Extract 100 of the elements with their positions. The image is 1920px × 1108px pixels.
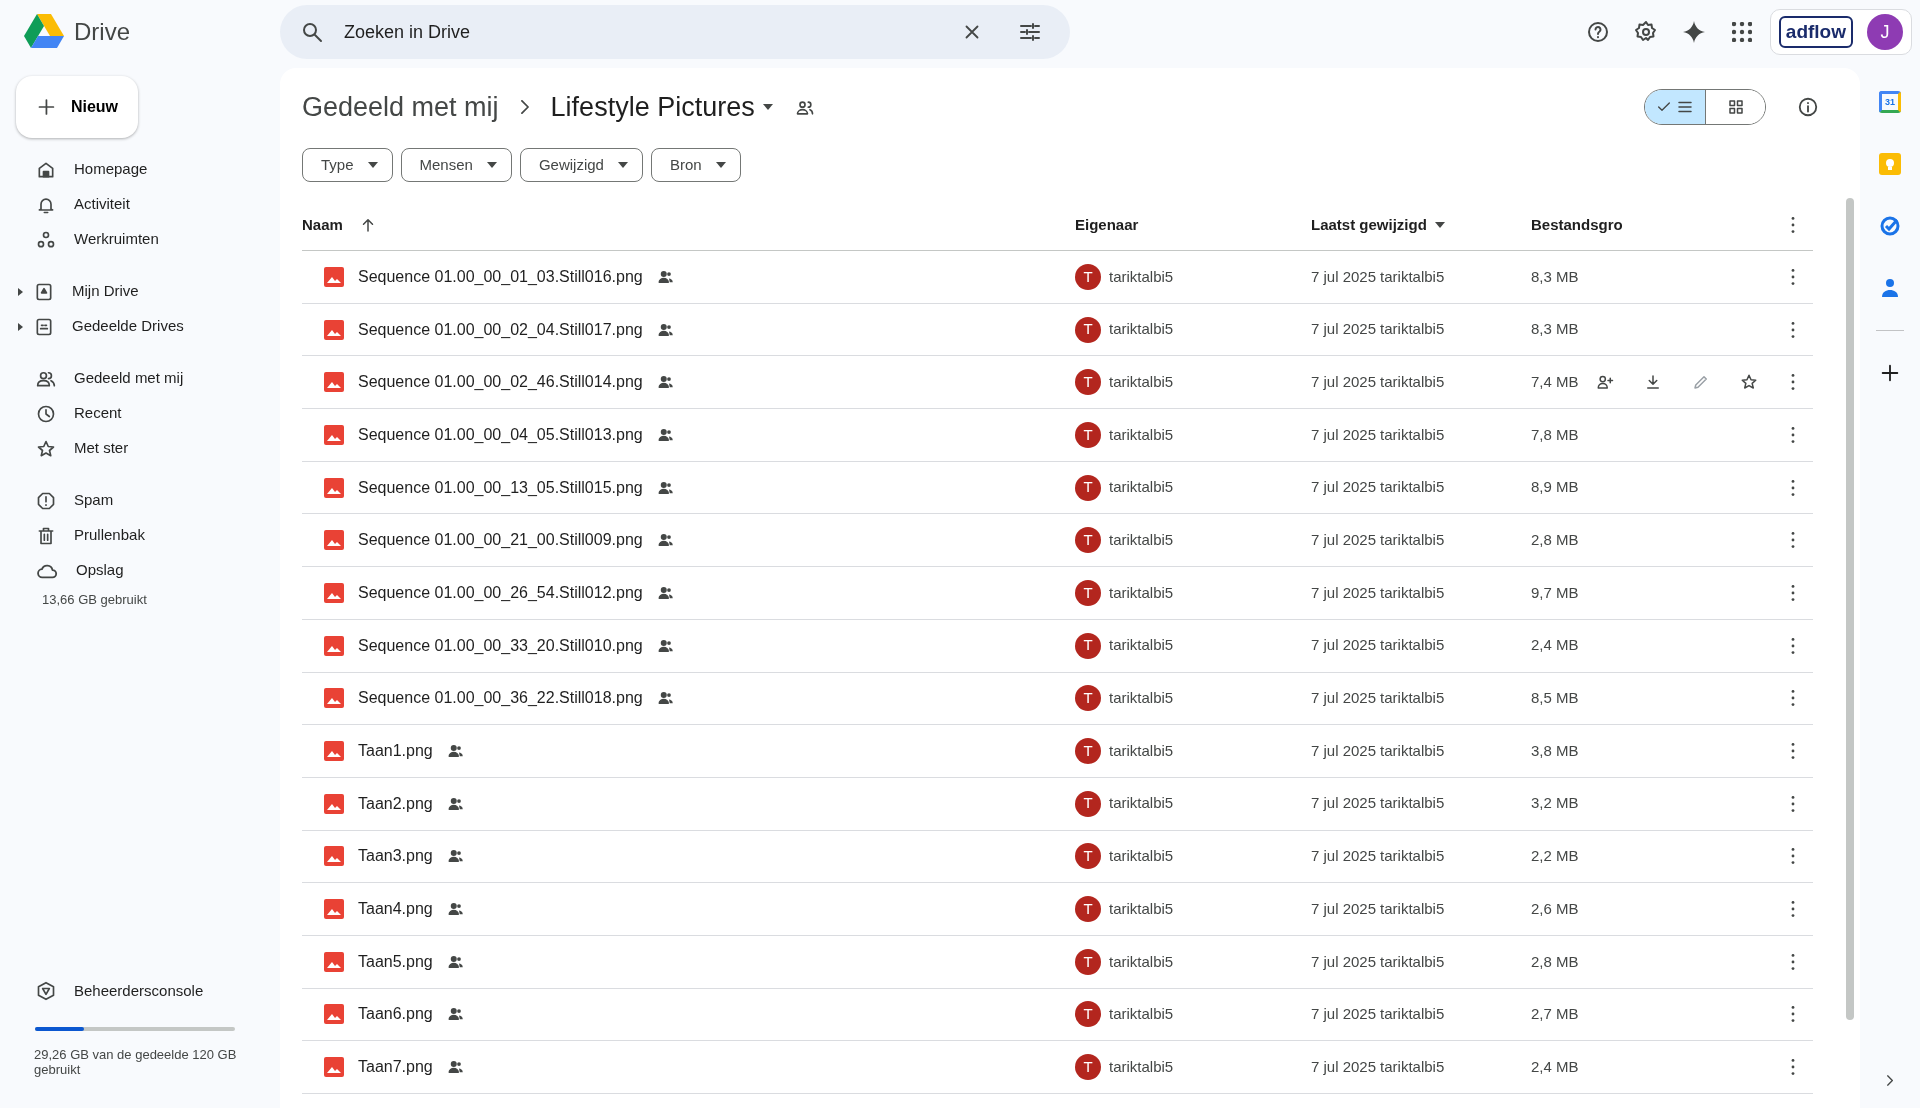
nav-item[interactable]: Mijn Drive [0, 274, 264, 309]
owner-avatar: T [1075, 474, 1101, 501]
nav-item[interactable]: Opslag [0, 553, 264, 588]
file-name: Taan6.png [358, 1004, 433, 1025]
file-row[interactable]: Sequence 01.00_00_02_46.Still014.png T tariktalbi5 7 jul 2025 tariktalbi5 7,4 MB [302, 356, 1813, 410]
file-row[interactable]: Taan4.png T tariktalbi5 7 jul 2025 tariktalbi5 2,6 MB [302, 883, 1813, 936]
owner-name: tariktalbi5 [1109, 424, 1174, 445]
modified-by: tariktalbi5 [1380, 371, 1445, 392]
image-file-icon [324, 1057, 344, 1078]
nav-item[interactable]: Prullenbak [0, 518, 264, 553]
column-header[interactable]: Naam [302, 213, 343, 237]
nav-item[interactable]: Gedeeld met mij [0, 361, 264, 396]
view-toggle-button[interactable] [1645, 90, 1705, 124]
star-icon [36, 438, 56, 459]
file-row[interactable]: Sequence 01.00_00_02_04.Still017.png T tariktalbi5 7 jul 2025 tariktalbi5 8,3 MB [302, 303, 1813, 357]
file-size: 9,7 MB [1531, 582, 1579, 603]
column-header[interactable]: Laatst gewijzigd [1311, 213, 1427, 237]
search-icon [300, 20, 324, 44]
modified-by: tariktalbi5 [1380, 793, 1445, 814]
column-header[interactable]: Bestandsgro [1531, 215, 1623, 233]
file-name: Sequence 01.00_00_13_05.Still015.png [358, 477, 643, 498]
modified-by: tariktalbi5 [1380, 1056, 1445, 1077]
owner-avatar: T [1075, 369, 1101, 396]
file-row[interactable]: Taan5.png T tariktalbi5 7 jul 2025 tariktalbi5 2,8 MB [302, 935, 1813, 989]
file-row[interactable]: Sequence 01.00_00_01_03.Still016.png T tariktalbi5 7 jul 2025 tariktalbi5 8,3 MB [302, 251, 1813, 304]
file-row[interactable]: Taan2.png T tariktalbi5 7 jul 2025 tariktalbi5 3,2 MB [302, 777, 1813, 831]
owner-name: tariktalbi5 [1109, 635, 1174, 656]
calendar-button[interactable]: 31 [1870, 82, 1910, 122]
file-row[interactable]: Taan1.png T tariktalbi5 7 jul 2025 tariktalbi5 3,8 MB [302, 725, 1813, 778]
file-row[interactable]: Sequence 01.00_00_04_05.Still013.png T tariktalbi5 7 jul 2025 tariktalbi5 7,8 MB [302, 409, 1813, 462]
owner-avatar: T [1075, 579, 1101, 606]
file-row[interactable]: Taan3.png T tariktalbi5 7 jul 2025 tariktalbi5 2,2 MB [302, 830, 1813, 884]
file-row[interactable]: Taan7.png T tariktalbi5 7 jul 2025 tariktalbi5 2,4 MB [302, 1041, 1813, 1094]
account-avatar[interactable]: J [1867, 14, 1903, 50]
nav-item[interactable]: Werkruimten [0, 222, 264, 257]
folder-title-button[interactable]: Lifestyle Pictures [550, 87, 773, 127]
filter-chip[interactable]: Mensen [400, 148, 512, 182]
more-vertical-icon [1791, 637, 1795, 654]
admin-console-link[interactable]: Beheerdersconsole [0, 973, 264, 1009]
file-row[interactable]: Taan6.png T tariktalbi5 7 jul 2025 tariktalbi5 2,7 MB [302, 988, 1813, 1042]
image-file-icon [324, 530, 344, 551]
search-input[interactable]: Zoeken in Drive [342, 17, 934, 47]
owner-avatar: T [1075, 790, 1101, 817]
more-vertical-icon [1791, 901, 1795, 918]
owner-avatar: T [1075, 263, 1101, 290]
hexagon-icon [36, 981, 56, 1002]
filter-chip[interactable]: Bron [650, 148, 741, 182]
image-file-icon [324, 741, 344, 762]
modified-by: tariktalbi5 [1380, 635, 1445, 656]
modified-by: tariktalbi5 [1380, 582, 1445, 603]
file-name: Taan5.png [358, 951, 433, 972]
file-row[interactable]: Sequence 01.00_00_36_22.Still018.png T tariktalbi5 7 jul 2025 tariktalbi5 8,5 MB [302, 672, 1813, 726]
modified-by: tariktalbi5 [1380, 424, 1445, 445]
more-vertical-icon [1791, 374, 1795, 391]
file-name: Sequence 01.00_00_04_05.Still013.png [358, 424, 643, 445]
modified-date: 7 jul 2025 [1311, 1004, 1377, 1025]
owner-avatar: T [1075, 843, 1101, 870]
nav-item[interactable]: Homepage [0, 152, 264, 187]
logo-icon [24, 14, 64, 50]
scrollbar[interactable] [1846, 198, 1854, 1020]
file-name: Taan7.png [358, 1057, 433, 1078]
owner-name: tariktalbi5 [1109, 793, 1174, 814]
filter-chip[interactable]: Gewijzigd [519, 148, 643, 182]
owner-name: tariktalbi5 [1109, 951, 1174, 972]
owner-avatar: T [1075, 738, 1101, 765]
file-row[interactable]: Sequence 01.00_00_33_20.Still010.png T tariktalbi5 7 jul 2025 tariktalbi5 2,4 MB [302, 619, 1813, 673]
modified-date: 7 jul 2025 [1311, 371, 1377, 392]
file-row[interactable]: Sequence 01.00_00_13_05.Still015.png T tariktalbi5 7 jul 2025 tariktalbi5 8,9 MB [302, 461, 1813, 515]
filter-chip[interactable]: Type [302, 148, 393, 182]
modified-date: 7 jul 2025 [1311, 793, 1377, 814]
nav-item[interactable]: Recent [0, 396, 264, 431]
file-name: Taan3.png [358, 846, 433, 867]
file-name: Sequence 01.00_00_01_03.Still016.png [358, 266, 643, 287]
modified-date: 7 jul 2025 [1311, 1056, 1377, 1077]
modified-by: tariktalbi5 [1380, 1004, 1445, 1025]
column-header[interactable]: Eigenaar [1075, 215, 1139, 233]
modified-date: 7 jul 2025 [1311, 582, 1377, 603]
nav-item[interactable]: Activiteit [0, 187, 264, 222]
breadcrumb-link[interactable]: Gedeeld met mij [302, 86, 499, 128]
file-size: 2,6 MB [1531, 898, 1579, 919]
owner-name: tariktalbi5 [1109, 846, 1174, 867]
new-button[interactable]: Nieuw [16, 76, 138, 138]
owner-name: tariktalbi5 [1109, 1056, 1174, 1077]
file-row[interactable]: Sequence 01.00_00_26_54.Still012.png T tariktalbi5 7 jul 2025 tariktalbi5 9,7 MB [302, 567, 1813, 620]
nav-item[interactable]: Spam [0, 483, 264, 518]
image-file-icon [324, 477, 344, 498]
check-circle-icon [1879, 215, 1901, 237]
owner-avatar: T [1075, 632, 1101, 659]
modified-date: 7 jul 2025 [1311, 898, 1377, 919]
nav-item[interactable]: Met ster [0, 431, 264, 466]
view-toggle-button[interactable] [1705, 90, 1765, 124]
sliders-icon [1018, 20, 1042, 44]
nav-item[interactable]: Gedeelde Drives [0, 309, 264, 344]
search-bar[interactable]: Zoeken in Drive [280, 5, 1070, 59]
owner-name: tariktalbi5 [1109, 688, 1174, 709]
more-vertical-icon [1791, 584, 1795, 601]
file-size: 7,4 MB [1531, 371, 1579, 392]
trash-icon [36, 525, 56, 546]
owner-avatar: T [1075, 948, 1101, 975]
file-row[interactable]: Sequence 01.00_00_21_00.Still009.png T tariktalbi5 7 jul 2025 tariktalbi5 2,8 MB [302, 514, 1813, 568]
